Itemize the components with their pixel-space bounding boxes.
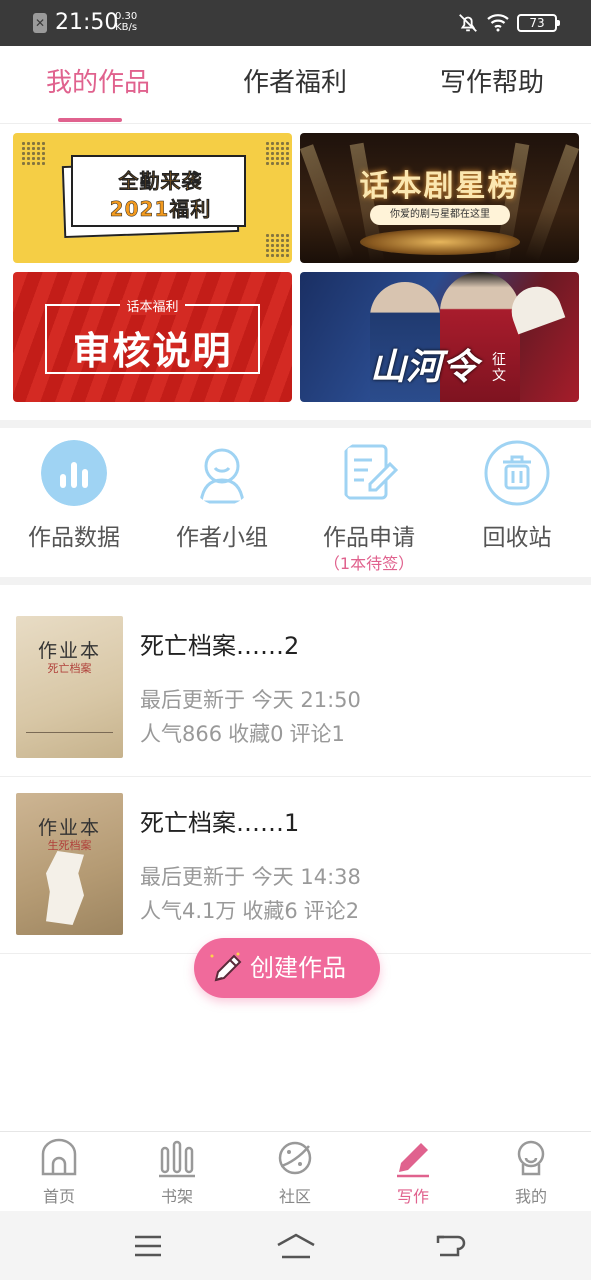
tab-writing-help[interactable]: 写作帮助 [412,66,572,100]
nav-label: 我的 [514,1187,547,1206]
cover-subtitle: 生死档案 [47,839,92,852]
work-cover: 作业本 生死档案 [16,793,123,935]
section-divider [0,420,591,428]
profile-icon [517,1140,545,1176]
create-work-label: 创建作品 [250,954,346,982]
network-speed-unit: KB/s [115,22,138,33]
work-updated: 最后更新于 今天 14:38 [140,865,361,889]
status-time: 21:50 [55,10,119,35]
cover-patch [46,851,84,925]
trash-icon [484,440,550,506]
system-nav-bar [0,1211,591,1280]
home-icon [41,1138,77,1176]
back-icon[interactable] [434,1231,468,1261]
active-tab-indicator [58,118,122,122]
action-label: 作品数据 [28,525,120,551]
network-speed-value: 0.30 [115,11,138,22]
pen-icon [397,1143,429,1178]
pending-sign-count: （1本待签） [323,554,415,573]
bookshelf-icon [159,1140,195,1178]
banner-subtitle-wrap: 话本福利 [13,296,292,315]
work-favorites: 收藏0 [228,722,284,746]
work-comments: 评论2 [303,899,360,923]
notification-icon: ✕ [33,13,47,33]
decor-dots [265,141,289,165]
work-favorites: 收藏6 [242,899,298,923]
bar-chart-icon [41,440,107,506]
wifi-icon [487,14,509,32]
mute-bell-icon [459,14,477,32]
action-recycle-bin[interactable]: 回收站 [443,440,591,554]
nav-label: 首页 [42,1187,75,1206]
work-cover: 作业本 死亡档案 [16,616,123,758]
work-popularity: 人气866 [140,722,223,746]
banner-review-guide[interactable]: 话本福利 审核说明 [13,272,292,402]
banner-title: 山河令 [370,347,479,388]
menu-icon[interactable] [131,1231,165,1261]
banner-subtitle: 你爱的剧与星都在这里 [370,205,510,225]
banner-paper: 全勤来袭 2021福利 [71,155,246,227]
cover-line [26,732,113,733]
work-updated: 最后更新于 今天 21:50 [140,688,361,712]
tab-author-benefits[interactable]: 作者福利 [215,66,375,100]
nav-item-community[interactable]: 社区 [245,1138,345,1208]
network-speed: 0.30 KB/s [115,11,137,33]
status-bar: ✕ 21:50 0.30 KB/s 73 [0,0,591,46]
cover-subtitle: 死亡档案 [47,662,92,675]
list-item-work[interactable]: 作业本 生死档案 死亡档案……1 最后更新于 今天 14:38 人气4.1万 收藏… [0,777,591,954]
work-stats: 人气866 收藏0 评论1 [140,720,351,748]
section-divider [0,577,591,585]
work-title: 死亡档案……2 [140,632,300,660]
stage-podium [360,229,520,255]
top-tabs: 我的作品 作者福利 写作帮助 [0,46,591,124]
nav-item-profile[interactable]: 我的 [481,1138,581,1208]
planet-icon [278,1141,312,1175]
nav-label: 社区 [278,1187,311,1206]
tab-my-works[interactable]: 我的作品 [18,66,178,100]
work-stats: 人气4.1万 收藏6 评论2 [140,897,365,925]
group-avatar-icon [199,448,245,504]
action-author-group[interactable]: 作者小组 [148,440,296,554]
cover-title: 作业本 [37,640,101,662]
banner-title: 话本剧星榜 [359,169,520,204]
nav-item-bookshelf[interactable]: 书架 [127,1138,227,1208]
action-label: 作者小组 [176,525,268,551]
banner-attendance-bonus[interactable]: 全勤来袭 2021福利 [13,133,292,263]
home-system-icon[interactable] [276,1231,316,1261]
banner-contest[interactable]: 山河令 征文 [300,272,579,402]
create-work-button[interactable]: 创建作品 [194,938,380,998]
bottom-nav: 首页 书架 社区 写作 我的 [0,1131,591,1211]
cover-title: 作业本 [37,817,101,839]
action-work-apply[interactable]: 作品申请 （1本待签） [295,440,443,574]
edit-document-icon [344,444,399,500]
action-work-data[interactable]: 作品数据 [0,440,148,554]
nav-label: 写作 [396,1187,429,1206]
banner-star-ranking[interactable]: 话本剧星榜 你爱的剧与星都在这里 [300,133,579,263]
nav-item-write[interactable]: 写作 [363,1138,463,1208]
decor-dots [265,233,289,257]
work-popularity: 人气4.1万 [140,899,237,923]
pencil-icon [210,952,242,982]
banner-title: 审核说明 [72,329,233,373]
nav-label: 书架 [160,1187,193,1206]
banner-subtitle: 话本福利 [120,300,185,315]
work-comments: 评论1 [289,722,345,746]
banner-line1: 全勤来袭 [118,169,203,194]
battery-icon: 73 [517,14,560,32]
banner-line2: 2021福利 [109,197,212,222]
nav-item-home[interactable]: 首页 [9,1138,109,1208]
list-item-work[interactable]: 作业本 死亡档案 死亡档案……2 最后更新于 今天 21:50 人气866 收藏0… [0,600,591,777]
banner-tag: 征文 [492,352,506,384]
action-label: 作品申请 [323,525,415,551]
work-title: 死亡档案……1 [140,809,300,837]
decor-dots [21,141,45,165]
action-label: 回收站 [482,525,552,551]
